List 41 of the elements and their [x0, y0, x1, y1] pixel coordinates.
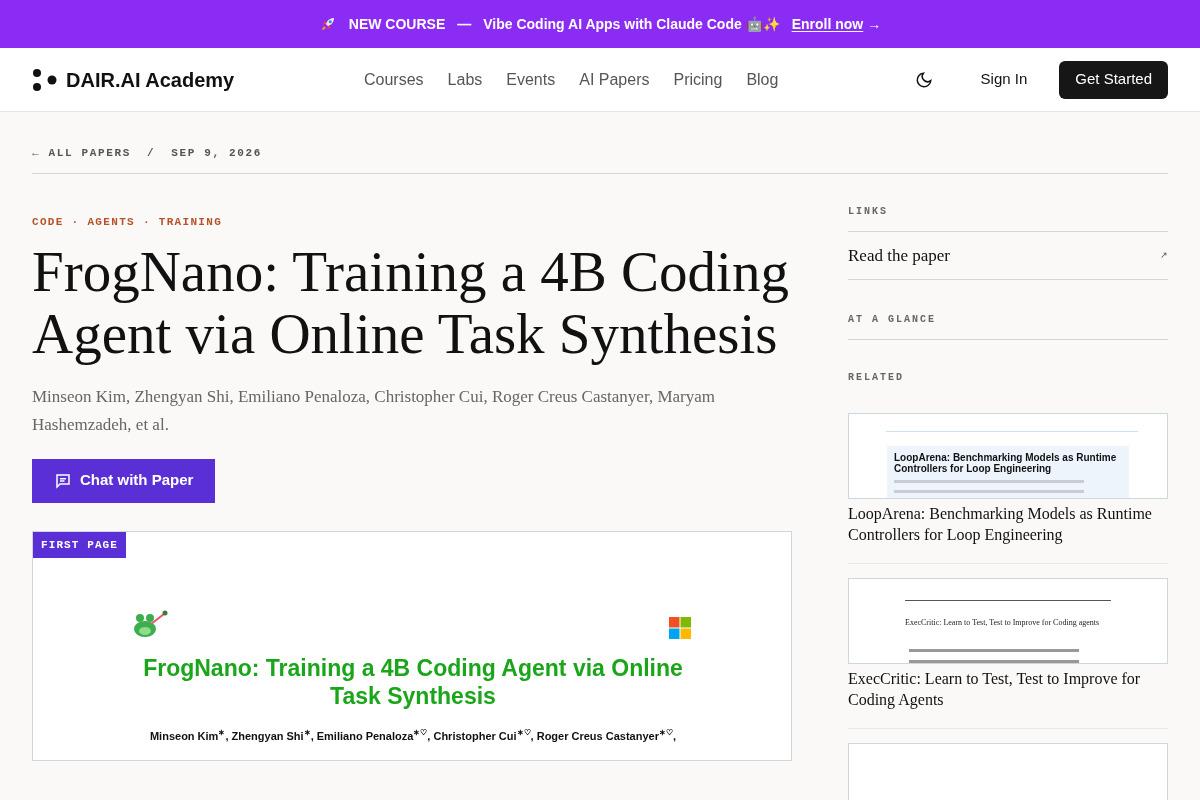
frog-icon	[131, 609, 169, 640]
thumbnail-title: LoopArena: Benchmarking Models as Runtime Controllers for Loop Engineering	[894, 452, 1118, 474]
logo-icon	[32, 67, 58, 92]
preview-authors: Minseon Kim$^{∗}$, Zhengyan Shi$^{∗}$, Emiliano Penaloza$^{∗♡}$, Christopher Cui$^{∗♡}$, Roger Creus Castanyer$^{∗♡}$,	[148, 727, 678, 744]
banner-label: NEW COURSE	[348, 14, 446, 34]
nav-link[interactable]: Events	[506, 67, 556, 92]
related-thumbnail[interactable]: LoopArena: Benchmarking Models as Runtime Controllers for Loop Engineering	[848, 413, 1168, 499]
external-link-icon: ↗	[1160, 248, 1168, 263]
banner-dash: —	[457, 14, 472, 34]
paper-authors: Minseon Kim, Zhengyan Shi, Emiliano Penaloza, Christopher Cui, Roger Creus Castanyer, Maryam Hashemzadeh, et al.	[32, 385, 716, 436]
arrow-icon: →	[867, 13, 882, 35]
paper-date: SEP 9, 2026	[171, 145, 263, 161]
chat-icon	[54, 471, 72, 490]
related-thumbnail[interactable]: ExecCritic: Learn to Test, Test to Improve for Coding agents	[848, 578, 1168, 664]
sign-in-link[interactable]: Sign In	[964, 68, 1044, 91]
paper-link[interactable]: Read the paper ↗	[848, 232, 1168, 280]
back-link[interactable]: ← ALL PAPERS	[32, 144, 131, 161]
related-paper-title[interactable]: LoopArena: Benchmarking Models as Runtime Controllers for Loop Engineering	[848, 503, 1168, 564]
nav-link[interactable]: Courses	[364, 67, 424, 92]
section-heading: AT A GLANCE	[848, 312, 1168, 340]
paper-tags: CODE · AGENTS · TRAINING	[32, 214, 792, 231]
thumbnail-title: ExecCritic: Learn to Test, Test to Improve for Coding agents	[905, 617, 1101, 629]
nav-link[interactable]: Blog	[746, 67, 779, 92]
section-heading: LINKS	[848, 204, 1168, 232]
first-page-badge: FIRST PAGE	[33, 531, 126, 558]
preview-title: FrogNano: Training a 4B Coding Agent via Online Task Synthesis	[143, 653, 683, 710]
enroll-link[interactable]: Enroll now	[791, 13, 864, 35]
chat-button[interactable]: Chat with Paper	[32, 458, 216, 503]
brand-name[interactable]: DAIR.AI Academy	[66, 64, 235, 95]
banner-text: Vibe Coding AI Apps with Claude Code 🤖✨	[483, 14, 780, 34]
nav-link[interactable]: Labs	[447, 67, 483, 92]
paper-title: FrogNano: Training a 4B Coding Agent via Online Task Synthesis	[32, 240, 790, 365]
nav-link[interactable]: Pricing	[673, 67, 723, 92]
link-label: Read the paper	[848, 244, 950, 267]
breadcrumb-separator: /	[147, 145, 156, 161]
related-paper-title[interactable]: ExecCritic: Learn to Test, Test to Improve for Coding Agents	[848, 668, 1168, 729]
four-squares-logo-icon	[669, 616, 691, 639]
section-heading: RELATED	[848, 371, 905, 385]
get-started-button[interactable]: Get Started	[1059, 60, 1168, 99]
moon-icon[interactable]	[914, 70, 933, 89]
nav-link[interactable]: AI Papers	[579, 67, 650, 92]
